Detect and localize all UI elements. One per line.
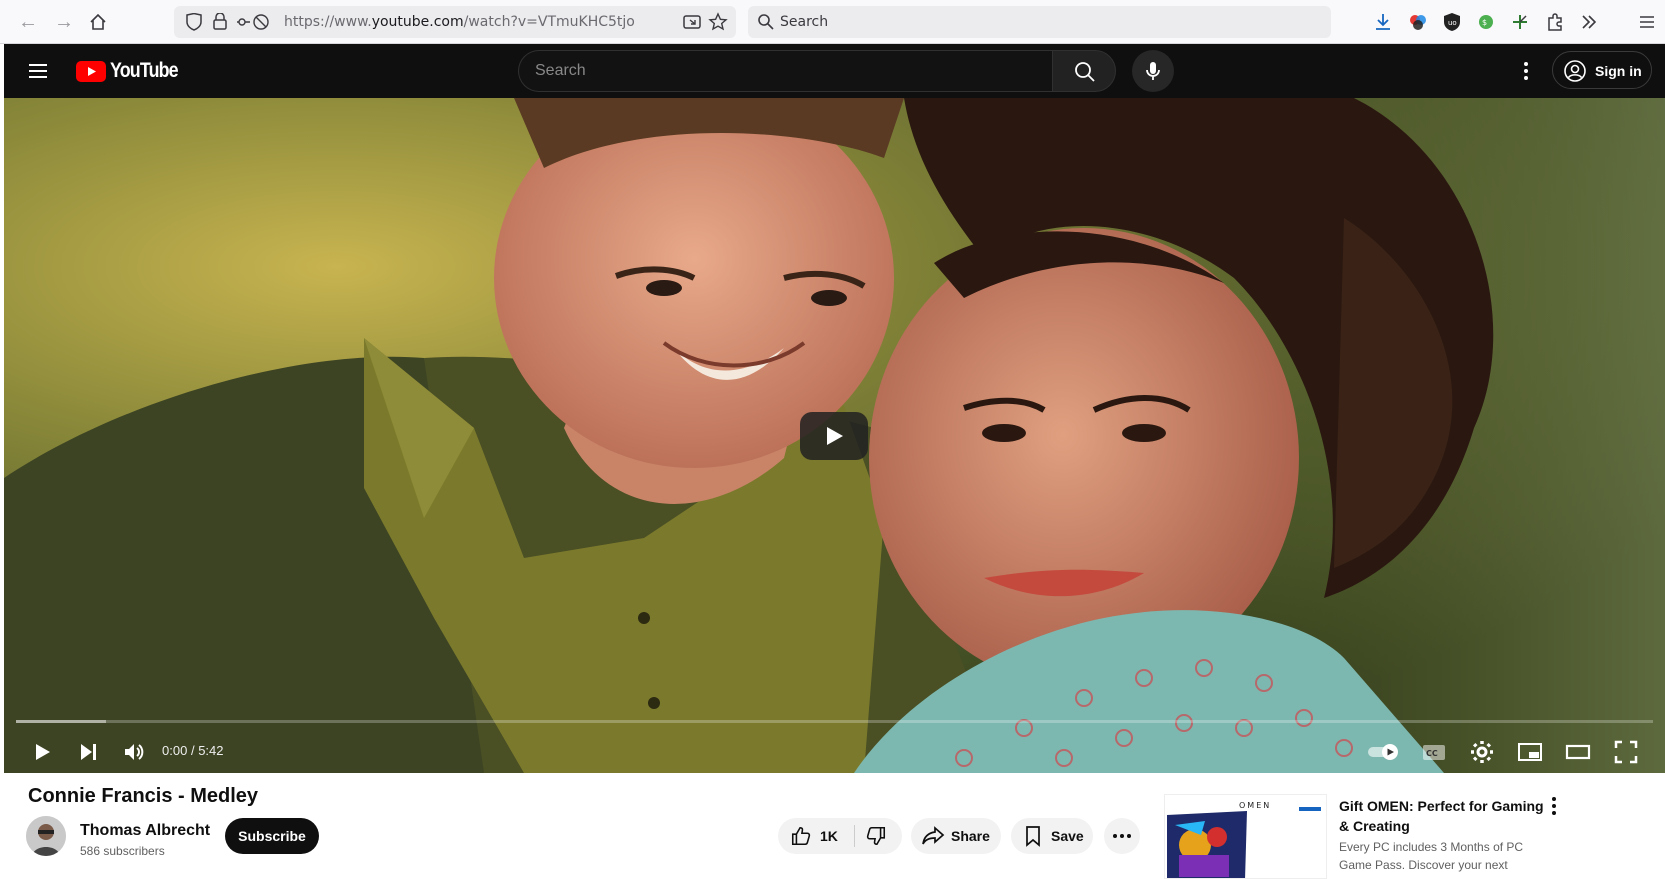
like-button[interactable]: 1K <box>778 818 850 854</box>
hamburger-menu-icon[interactable] <box>26 59 50 83</box>
home-icon[interactable] <box>86 10 110 34</box>
save-button[interactable]: Save <box>1011 818 1093 854</box>
menu-icon[interactable] <box>1636 11 1658 33</box>
account-icon <box>1564 60 1586 82</box>
back-icon[interactable]: ← <box>16 10 40 34</box>
video-player[interactable]: 0:00 / 5:42 CC <box>4 98 1665 773</box>
voice-search-button[interactable] <box>1132 50 1174 92</box>
more-horizontal-icon <box>1113 834 1131 838</box>
youtube-header: YouTube Search Sign in <box>4 44 1665 98</box>
video-title: Connie Francis - Medley <box>28 785 259 807</box>
youtube-logo-icon <box>76 60 106 82</box>
settings-gear-icon[interactable] <box>1464 734 1500 770</box>
subscriber-count: 586 subscribers <box>80 844 165 858</box>
subscribe-button[interactable]: Subscribe <box>225 818 319 854</box>
save-label: Save <box>1051 828 1084 844</box>
sign-in-label: Sign in <box>1595 63 1642 79</box>
svg-text:uo: uo <box>1448 19 1457 27</box>
sign-in-button[interactable]: Sign in <box>1552 51 1652 89</box>
volume-button[interactable] <box>116 734 152 770</box>
fullscreen-button[interactable] <box>1608 734 1644 770</box>
time-display: 0:00 / 5:42 <box>162 743 224 758</box>
progress-bar[interactable] <box>16 720 1653 723</box>
url-text: https://www.youtube.com/watch?v=VTmuKHC5… <box>284 14 635 30</box>
pin-extension-icon[interactable] <box>1509 11 1531 33</box>
share-label: Share <box>951 828 990 844</box>
browser-search-field[interactable]: Search <box>748 6 1331 38</box>
large-play-button[interactable] <box>800 412 868 460</box>
ublock-shield-icon[interactable]: uo <box>1441 11 1463 33</box>
channel-avatar[interactable] <box>26 816 66 856</box>
dislike-button[interactable] <box>855 818 902 854</box>
browser-toolbar: ← → https://www.youtube.com/watch?v=VTmu… <box>0 0 1665 44</box>
svg-text:$: $ <box>1482 18 1487 27</box>
youtube-search-button[interactable] <box>1052 50 1116 92</box>
overflow-chevron-icon[interactable] <box>1578 11 1600 33</box>
more-options-icon[interactable] <box>1514 59 1538 83</box>
play-button[interactable] <box>24 734 60 770</box>
progress-buffered <box>16 720 107 723</box>
like-dislike-group: 1K <box>778 818 902 854</box>
youtube-logo[interactable]: YouTube <box>76 58 190 84</box>
picture-in-picture-icon[interactable] <box>682 12 702 32</box>
ad-more-options-icon[interactable] <box>1542 794 1566 818</box>
thumbs-down-icon <box>866 826 886 846</box>
forward-icon[interactable]: → <box>52 10 76 34</box>
ad-description: Every PC includes 3 Months of PC Game Pa… <box>1339 840 1524 872</box>
microphone-icon <box>1146 62 1160 80</box>
miniplayer-button[interactable] <box>1512 734 1548 770</box>
search-icon <box>1075 62 1095 82</box>
more-actions-button[interactable] <box>1104 818 1140 854</box>
theater-mode-button[interactable] <box>1560 734 1596 770</box>
thumbs-up-icon <box>791 826 811 846</box>
browser-search-placeholder: Search <box>780 14 829 30</box>
ad-thumbnail[interactable]: OMEN <box>1164 794 1327 879</box>
ad-title[interactable]: Gift OMEN: Perfect for Gaming & Creating <box>1339 796 1544 836</box>
url-bar[interactable]: https://www.youtube.com/watch?v=VTmuKHC5… <box>174 6 736 38</box>
extension-color-icon[interactable] <box>1407 11 1429 33</box>
like-count: 1K <box>820 828 838 844</box>
channel-name[interactable]: Thomas Albrecht <box>80 822 210 840</box>
youtube-logo-text: YouTube <box>110 59 179 82</box>
play-icon <box>827 427 843 445</box>
next-video-button[interactable] <box>70 734 106 770</box>
save-bookmark-icon <box>1026 826 1040 847</box>
avatar-image <box>26 816 66 856</box>
bookmark-star-icon[interactable] <box>708 12 728 32</box>
autoplay-toggle[interactable] <box>1364 734 1404 770</box>
svg-text:CC: CC <box>1426 749 1438 758</box>
subtitles-button[interactable]: CC <box>1416 734 1452 770</box>
download-icon[interactable] <box>1372 11 1394 33</box>
share-arrow-icon <box>922 826 945 845</box>
ad-brand-text: OMEN <box>1239 801 1272 810</box>
youtube-search-input[interactable]: Search <box>518 50 1052 92</box>
extensions-puzzle-icon[interactable] <box>1544 11 1566 33</box>
share-button[interactable]: Share <box>911 818 1001 854</box>
search-icon <box>758 14 774 30</box>
youtube-search-placeholder: Search <box>535 62 586 79</box>
extension-green-icon[interactable]: $ <box>1475 11 1497 33</box>
